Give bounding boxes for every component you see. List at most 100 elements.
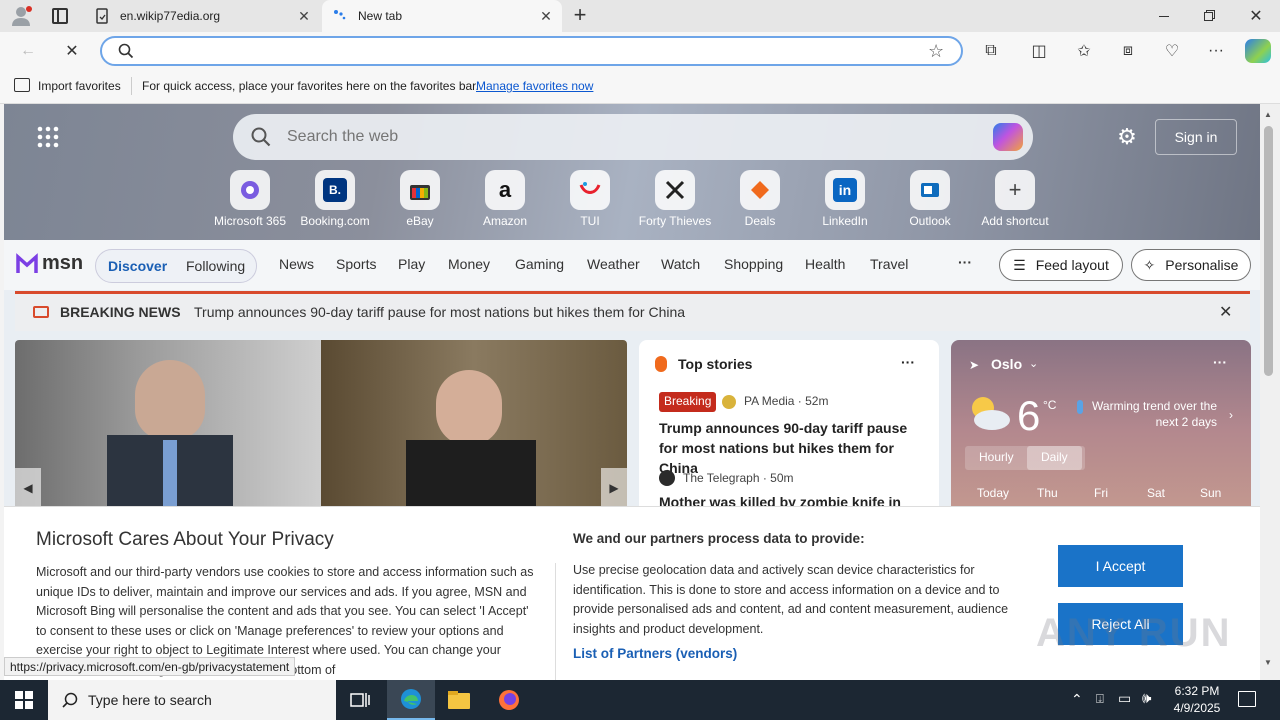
tab-following[interactable]: Following <box>186 258 245 274</box>
profile-icon[interactable] <box>8 4 34 28</box>
shortcut-booking[interactable]: B. Booking.com <box>292 170 378 228</box>
shortcut-ebay[interactable]: eBay <box>377 170 463 228</box>
shortcut-outlook[interactable]: Outlook <box>887 170 973 228</box>
tab-discover[interactable]: Discover <box>108 258 167 274</box>
forecast-day: Sun <box>1200 486 1222 500</box>
tab-wikipedia[interactable]: en.wikip77edia.org ✕ <box>84 0 320 32</box>
nav-news[interactable]: News <box>279 256 314 272</box>
scroll-down-icon[interactable]: ▼ <box>1264 658 1272 667</box>
feed-layout-button[interactable]: ☰ Feed layout <box>999 249 1123 281</box>
photo-left <box>15 340 321 510</box>
breaking-headline[interactable]: Trump announces 90-day tariff pause for … <box>194 304 685 320</box>
favorite-star-icon[interactable]: ☆ <box>928 41 944 62</box>
msn-logo[interactable]: msn <box>16 252 83 275</box>
task-view-icon[interactable] <box>336 680 384 720</box>
nav-health[interactable]: Health <box>805 256 845 272</box>
web-search-input[interactable] <box>287 126 927 148</box>
back-icon[interactable]: ← <box>14 37 42 65</box>
firefox-icon[interactable] <box>485 680 533 720</box>
nav-watch[interactable]: Watch <box>661 256 700 272</box>
tab-hourly[interactable]: Hourly <box>979 450 1014 464</box>
import-favorites-button[interactable]: Import favorites <box>38 79 121 93</box>
file-explorer-icon[interactable] <box>435 680 483 720</box>
address-bar[interactable]: ☆ <box>100 36 963 66</box>
weather-card[interactable]: ➤ Oslo ⌄ ··· 6 °C Warming trend over the… <box>951 340 1251 520</box>
nav-play[interactable]: Play <box>398 256 425 272</box>
plus-icon: + <box>995 170 1035 210</box>
chevron-right-icon[interactable]: › <box>1229 408 1233 422</box>
nav-weather[interactable]: Weather <box>587 256 640 272</box>
personalise-label: Personalise <box>1165 257 1239 273</box>
edge-taskbar-icon[interactable] <box>387 680 435 720</box>
notifications-icon[interactable] <box>1238 691 1256 707</box>
personalise-button[interactable]: ✧ Personalise <box>1131 249 1251 281</box>
shortcut-deals[interactable]: Deals <box>717 170 803 228</box>
restore-button[interactable] <box>1200 8 1220 24</box>
stop-loading-icon[interactable]: ✕ <box>58 37 86 65</box>
network-icon[interactable]: ▭ <box>1118 690 1131 707</box>
extensions-icon[interactable]: ⧉ <box>977 37 1005 65</box>
shortcut-microsoft365[interactable]: Microsoft 365 <box>207 170 293 228</box>
new-tab-button[interactable]: + <box>570 4 590 26</box>
start-button[interactable] <box>0 680 48 720</box>
copilot-icon[interactable] <box>1245 39 1271 63</box>
tab-strip: en.wikip77edia.org ✕ New tab ✕ + ✕ <box>0 0 1280 32</box>
app-launcher-icon[interactable] <box>37 126 59 148</box>
tab-daily[interactable]: Daily <box>1027 446 1082 470</box>
accept-button[interactable]: I Accept <box>1058 545 1183 587</box>
shortcut-forty-thieves[interactable]: Forty Thieves <box>632 170 718 228</box>
chevron-down-icon[interactable]: ⌄ <box>1029 357 1038 370</box>
clock[interactable]: 6:32 PM 4/9/2025 <box>1168 683 1226 717</box>
taskbar-search-box[interactable]: Type here to search <box>48 680 336 720</box>
shortcut-label: LinkedIn <box>822 214 868 228</box>
close-tab-icon[interactable]: ✕ <box>296 8 312 24</box>
shortcut-amazon[interactable]: a Amazon <box>462 170 548 228</box>
shortcut-label: Outlook <box>909 214 951 228</box>
performance-icon[interactable]: ♡ <box>1158 37 1186 65</box>
copilot-search-icon[interactable] <box>993 123 1023 151</box>
shortcut-tui[interactable]: TUI <box>547 170 633 228</box>
close-tab-icon[interactable]: ✕ <box>538 8 554 24</box>
sign-in-button[interactable]: Sign in <box>1155 119 1237 155</box>
page-scrollbar[interactable]: ▲ ▼ <box>1260 104 1280 680</box>
nav-gaming[interactable]: Gaming <box>515 256 564 272</box>
nav-sports[interactable]: Sports <box>336 256 376 272</box>
carousel-next-button[interactable]: ▶ <box>601 468 627 508</box>
volume-icon[interactable]: 🕪 <box>1142 690 1151 707</box>
shortcut-linkedin[interactable]: in LinkedIn <box>802 170 888 228</box>
story-headline[interactable]: Trump announces 90-day tariff pause for … <box>659 418 929 478</box>
close-window-button[interactable]: ✕ <box>1246 6 1266 26</box>
partners-link[interactable]: List of Partners (vendors) <box>573 646 737 661</box>
weather-location[interactable]: Oslo <box>991 356 1022 372</box>
close-icon[interactable]: ✕ <box>1219 302 1232 322</box>
more-options-icon[interactable]: ··· <box>901 354 915 370</box>
minimize-button[interactable] <box>1150 8 1178 24</box>
split-screen-icon[interactable]: ◫ <box>1025 37 1053 65</box>
tab-new-tab[interactable]: New tab ✕ <box>322 0 562 32</box>
web-search-box[interactable] <box>233 114 1033 160</box>
more-menu-icon[interactable]: ··· <box>1202 37 1230 65</box>
shortcut-add[interactable]: + Add shortcut <box>972 170 1058 228</box>
tab-actions-icon[interactable] <box>52 8 68 24</box>
carousel-prev-button[interactable]: ◀ <box>15 468 41 508</box>
favorites-icon[interactable]: ✩ <box>1070 37 1098 65</box>
shortcut-label: Add shortcut <box>981 214 1049 228</box>
collections-icon[interactable]: ⧈ <box>1114 37 1142 65</box>
feed-layout-label: Feed layout <box>1035 257 1109 273</box>
nav-travel[interactable]: Travel <box>870 256 908 272</box>
nav-shopping[interactable]: Shopping <box>724 256 783 272</box>
nav-money[interactable]: Money <box>448 256 490 272</box>
scroll-thumb[interactable] <box>1264 126 1273 376</box>
forecast-day: Thu <box>1037 486 1058 500</box>
address-input[interactable] <box>142 42 902 62</box>
more-nav-icon[interactable]: ··· <box>958 254 972 270</box>
settings-gear-icon[interactable]: ⚙ <box>1116 126 1138 148</box>
chevron-up-icon[interactable]: ⌃ <box>1071 691 1083 708</box>
more-options-icon[interactable]: ··· <box>1213 354 1227 370</box>
usb-icon[interactable]: ⍗ <box>1096 691 1104 707</box>
breaking-news-banner[interactable]: BREAKING NEWS Trump announces 90-day tar… <box>15 291 1250 331</box>
import-favorites-icon[interactable] <box>14 78 30 92</box>
manage-favorites-link[interactable]: Manage favorites now <box>476 79 593 93</box>
scroll-up-icon[interactable]: ▲ <box>1264 110 1272 119</box>
hero-news-image[interactable]: ◀ ▶ <box>15 340 627 510</box>
